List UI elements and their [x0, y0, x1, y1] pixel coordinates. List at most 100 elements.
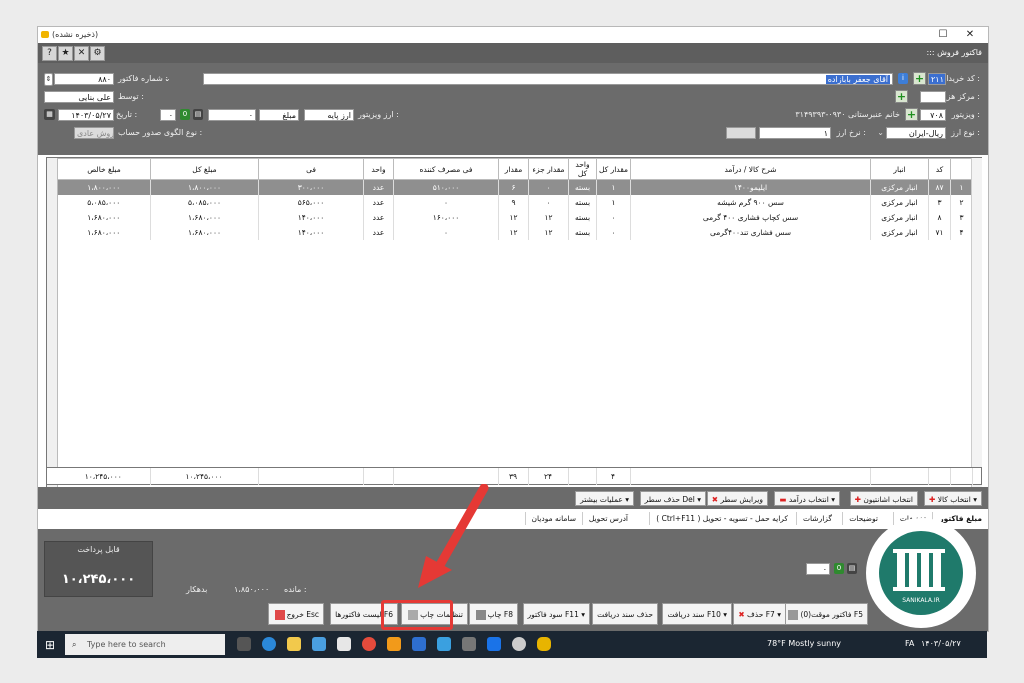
table-row[interactable]: ۱ ۸۷ انبار مرکزی ایلیمو۱۴۰۰ ۱ بسته ۰ ۶ ۵۱۰،۰۰۰ عد…	[57, 179, 973, 195]
table-cell: عدد	[363, 179, 394, 195]
select-item-button[interactable]: ✚ انتخاب کالا ▾	[924, 491, 982, 506]
table-cell: ۶	[498, 179, 529, 195]
temp-invoice-button[interactable]: فاکتور موقت(0) F5	[781, 603, 868, 625]
table-row[interactable]: ۴ ۷۱ انبار مرکزی سس فشاری تند۴۰۰گرمی ۰ بسته ۱۲…	[57, 225, 973, 240]
select-gift-button[interactable]: ✚ انتخاب اشانتیون	[849, 491, 918, 506]
column-header[interactable]: مقدار کل	[596, 158, 631, 180]
pattern-field[interactable]: فروش عادی	[74, 127, 114, 139]
column-header[interactable]: مقدار جزء	[528, 158, 569, 180]
add-cost-center-button[interactable]: +	[895, 90, 908, 103]
column-header[interactable]: مقدار	[498, 158, 529, 180]
calculator-icon[interactable]: ▤	[847, 563, 857, 574]
exit-button[interactable]: خروج Esc	[267, 603, 324, 625]
tab-reports[interactable]: گزارشات	[795, 512, 838, 525]
visitor-label: ویزیتور :	[951, 110, 980, 119]
app-icon[interactable]	[437, 637, 451, 651]
date-field[interactable]: ۱۴۰۳/۰۵/۲۷	[58, 109, 114, 121]
table-row[interactable]: ۳ ۸ انبار مرکزی سس کچاپ فشاری ۴۰۰ گرمی ۰ بسته…	[57, 210, 973, 225]
app-icon[interactable]	[462, 637, 476, 651]
table-row[interactable]: ۲ ۳ انبار مرکزی سس ۹۰۰ گرم شیشه ۱ بسته ۰ ۹ ۰ عدد ۵…	[57, 195, 973, 210]
app-icon[interactable]	[412, 637, 426, 651]
delete-receipt-button[interactable]: حذف سند دریافت	[592, 603, 658, 625]
taskbar-search[interactable]: ⌕ Type here to search	[65, 634, 225, 655]
rate-extra-field[interactable]	[726, 127, 756, 139]
windows-start-icon[interactable]: ⊞	[45, 638, 55, 652]
column-header[interactable]: انبار	[870, 158, 929, 180]
form-title: ::: فاکتور فروش	[926, 48, 982, 57]
close-button[interactable]: ✕	[961, 28, 979, 42]
column-header[interactable]	[950, 158, 973, 180]
task-view-icon[interactable]	[237, 637, 251, 651]
help-icon[interactable]: ?	[42, 46, 57, 61]
more-actions-button[interactable]: عملیات بیشتر ▾	[575, 491, 634, 506]
tab-delivery-address[interactable]: آدرس تحویل	[581, 512, 634, 525]
tools-icon[interactable]: ✕	[74, 46, 89, 61]
star-icon[interactable]: ★	[58, 46, 73, 61]
column-header[interactable]: فی مصرف کننده	[393, 158, 499, 180]
app-icon[interactable]	[387, 637, 401, 651]
currency-type-select[interactable]: ریال-ایران	[886, 127, 946, 139]
delete-button[interactable]: ✖ حذف F7 ▾	[733, 603, 786, 625]
select-income-button[interactable]: ▬ انتخاب درآمد ▾	[774, 491, 840, 506]
edit-row-button[interactable]: ✖ ویرایش سطر	[706, 491, 768, 506]
column-header[interactable]: مبلغ خالص	[57, 158, 151, 180]
visitor-code-field[interactable]: ۷۰۸	[920, 109, 946, 121]
calculator-icon[interactable]: ▤	[193, 109, 203, 120]
table-cell: ۱۲	[498, 210, 529, 225]
app-icon[interactable]	[487, 637, 501, 651]
clock-date[interactable]: ۱۴۰۳/۰۵/۲۷	[921, 639, 961, 648]
row-actions-bar: ✚ انتخاب کالا ▾ ✚ انتخاب اشانتیون ▬ انتخ…	[38, 487, 988, 509]
weather-text[interactable]: 78°F Mostly sunny	[767, 639, 841, 648]
invoice-number-field[interactable]: ۸۸۰	[54, 73, 114, 85]
add-buyer-button[interactable]: +	[913, 72, 926, 85]
tab-shipping[interactable]: ( Ctrl+F11 ) کرایه حمل - تسویه - تحویل	[649, 512, 794, 525]
delete-row-button[interactable]: حذف سطر Del ▾	[639, 491, 706, 506]
cost-center-field[interactable]	[920, 91, 946, 103]
maximize-button[interactable]: ☐	[934, 28, 952, 42]
column-header[interactable]: شرح کالا / درآمد	[630, 158, 871, 180]
footer-panel: قابل پرداخت ۱۰،۲۴۵،۰۰۰ بدهکار ۱،۸۵۰،۰۰۰ …	[38, 529, 988, 599]
table-cell: ۹	[498, 195, 529, 210]
column-header[interactable]: مبلغ کل	[150, 158, 259, 180]
table-cell: ۳۰۰،۰۰۰	[258, 179, 364, 195]
table-cell: بسته	[568, 195, 597, 210]
footer-field[interactable]: ۰	[806, 563, 830, 575]
amount-type-select[interactable]: مبلغ	[259, 109, 299, 121]
file-explorer-icon[interactable]	[287, 637, 301, 651]
by-field[interactable]: علی بنایی	[44, 91, 114, 103]
column-header[interactable]: فی	[258, 158, 364, 180]
table-cell: ۵،۰۸۵،۰۰۰	[57, 195, 151, 210]
balance-label: مانده :	[284, 585, 307, 594]
edge-icon[interactable]	[262, 637, 276, 651]
rate-field[interactable]: ۱	[759, 127, 831, 139]
total-amount: ۱۰،۲۴۵،۰۰۰	[150, 468, 259, 485]
store-icon[interactable]	[312, 637, 326, 651]
visitor-currency-label: ارز ویزیتور :	[358, 110, 399, 119]
receipt-button[interactable]: سند دریافت F10 ▾	[662, 603, 732, 625]
spin-icon[interactable]: ⇕	[44, 73, 53, 86]
time-field[interactable]: ۰	[160, 109, 176, 121]
buyer-name-field[interactable]: آقای جعفر بابازاده	[203, 73, 893, 85]
column-header[interactable]: کد	[928, 158, 951, 180]
table-cell: ۰	[596, 210, 631, 225]
print-button[interactable]: چاپ F8	[468, 603, 518, 625]
tab-descriptions[interactable]: توضیحات	[842, 512, 884, 525]
column-header[interactable]: واحد کل	[568, 158, 597, 180]
invoice-profit-button[interactable]: سود فاکتور F11 ▾	[522, 603, 590, 625]
tab-tax-system[interactable]: سامانه مودیان	[524, 512, 582, 525]
dropdown-caret-icon[interactable]: ⌄	[164, 74, 171, 83]
column-header[interactable]: واحد	[363, 158, 394, 180]
chrome-icon[interactable]	[362, 637, 376, 651]
buyer-code-field[interactable]: ۲۱۱	[928, 73, 946, 85]
calendar-icon[interactable]: ▦	[44, 109, 55, 120]
gear-icon[interactable]: ⚙	[90, 46, 105, 61]
language-indicator[interactable]: FA	[905, 639, 914, 648]
amount-field[interactable]: ۰	[208, 109, 256, 121]
chevron-down-icon[interactable]: ⌄	[877, 128, 884, 137]
info-icon[interactable]: i	[898, 73, 908, 84]
base-currency-select[interactable]: ارز پایه	[304, 109, 354, 121]
mail-icon[interactable]	[337, 637, 351, 651]
app-icon[interactable]	[512, 637, 526, 651]
accounting-app-icon[interactable]	[537, 637, 551, 651]
add-visitor-button[interactable]: +	[905, 108, 918, 121]
